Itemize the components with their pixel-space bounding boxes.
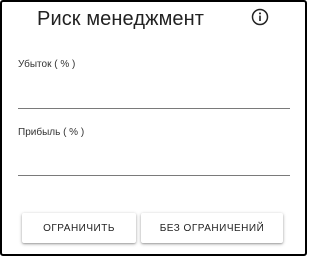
profit-input[interactable]	[18, 155, 290, 176]
page-title: Риск менеджмент	[37, 8, 205, 30]
loss-input[interactable]	[18, 88, 290, 109]
risk-management-panel: Риск менеджмент Убыток ( % ) Прибыль ( %…	[0, 0, 307, 256]
no-limit-button[interactable]: БЕЗ ОГРАНИЧЕНИЙ	[141, 213, 283, 243]
profit-label: Прибыль ( % )	[18, 127, 85, 138]
loss-label: Убыток ( % )	[18, 59, 76, 70]
limit-button[interactable]: ОГРАНИЧИТЬ	[22, 213, 136, 243]
info-icon[interactable]	[251, 8, 269, 26]
